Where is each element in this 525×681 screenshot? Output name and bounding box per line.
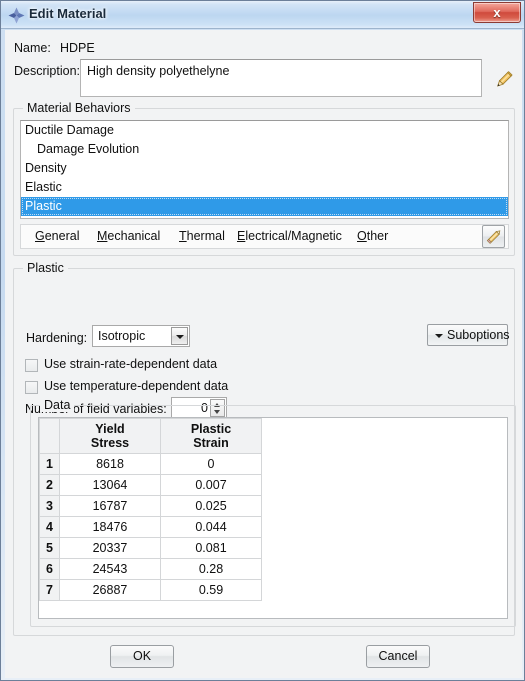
close-icon: x xyxy=(493,5,501,20)
window-title: Edit Material xyxy=(29,6,107,21)
material-behaviors-group: Material Behaviors Ductile Damage Damage… xyxy=(13,101,515,256)
table-corner-cell xyxy=(39,418,60,454)
suboptions-button[interactable]: Suboptions xyxy=(427,324,510,346)
description-input[interactable]: High density polyethelyne xyxy=(80,59,482,97)
table-row[interactable]: 5 20337 0.081 xyxy=(39,537,262,559)
behavior-menu-bar: General Mechanical Thermal Electrical/Ma… xyxy=(20,224,509,249)
cell-plastic-strain[interactable]: 0.081 xyxy=(160,537,262,559)
data-table-panel[interactable]: Yield Stress Plastic Strain 1 8618 0 2 1… xyxy=(38,417,508,619)
table-row[interactable]: 1 8618 0 xyxy=(39,453,262,475)
data-group: Data Yield Stress Plastic Strain 1 8618 … xyxy=(30,398,516,627)
cell-yield-stress[interactable]: 16787 xyxy=(59,495,161,517)
list-item[interactable]: Density xyxy=(21,159,508,178)
cell-yield-stress[interactable]: 20337 xyxy=(59,537,161,559)
plastic-strain-line2: Strain xyxy=(193,436,229,450)
title-bar: Edit Material x xyxy=(1,1,524,29)
close-button[interactable]: x xyxy=(473,2,521,23)
yield-stress-line2: Stress xyxy=(90,436,130,450)
checkbox-icon[interactable] xyxy=(25,381,38,394)
column-header-yield-stress[interactable]: Yield Stress xyxy=(59,418,161,454)
list-item[interactable]: Ductile Damage xyxy=(21,121,508,140)
hardening-label: Hardening: xyxy=(26,331,88,345)
data-group-title: Data xyxy=(40,398,75,412)
row-number[interactable]: 2 xyxy=(39,474,60,496)
menu-electrical-magnetic[interactable]: Electrical/Magnetic xyxy=(237,229,342,243)
menu-thermal[interactable]: Thermal xyxy=(179,229,225,243)
menu-thermal-rest: hermal xyxy=(186,229,225,243)
cell-plastic-strain[interactable]: 0.28 xyxy=(160,558,262,580)
table-row[interactable]: 2 13064 0.007 xyxy=(39,474,262,496)
cell-plastic-strain[interactable]: 0.025 xyxy=(160,495,262,517)
menu-general[interactable]: General xyxy=(35,229,79,243)
dialog-client: Name: HDPE Description: High density pol… xyxy=(5,30,522,678)
row-number[interactable]: 3 xyxy=(39,495,60,517)
cell-yield-stress[interactable]: 24543 xyxy=(59,558,161,580)
list-item[interactable]: Damage Evolution xyxy=(21,140,508,159)
row-number[interactable]: 6 xyxy=(39,558,60,580)
strain-rate-label: Use strain-rate-dependent data xyxy=(44,357,218,371)
table-body: 1 8618 0 2 13064 0.007 3 1 6787 0.025 4 1… xyxy=(39,453,262,601)
row-number[interactable]: 1 xyxy=(39,453,60,475)
cancel-button[interactable]: Cancel xyxy=(366,645,430,668)
menu-mechanical-rest: echanical xyxy=(107,229,161,243)
chevron-down-icon[interactable] xyxy=(171,327,188,345)
cell-plastic-strain[interactable]: 0.59 xyxy=(160,579,262,601)
plastic-group: Plastic Hardening: Isotropic Suboptions … xyxy=(13,261,516,636)
ok-button[interactable]: OK xyxy=(110,645,174,668)
hardening-select[interactable]: Isotropic xyxy=(92,325,190,347)
row-number[interactable]: 5 xyxy=(39,537,60,559)
row-number[interactable]: 7 xyxy=(39,579,60,601)
menu-electrical-rest: lectrical/Magnetic xyxy=(245,229,342,243)
table-row[interactable]: 6 24543 0.28 xyxy=(39,558,262,580)
table-row[interactable]: 7 26887 0.59 xyxy=(39,579,262,601)
cell-plastic-strain[interactable]: 0.044 xyxy=(160,516,262,538)
mnemonic: G xyxy=(35,229,45,243)
table-header-row: Yield Stress Plastic Strain xyxy=(39,418,262,454)
description-label: Description: xyxy=(14,64,80,78)
behavior-edit-pencil-button[interactable] xyxy=(482,225,505,248)
yield-stress-line1: Yield xyxy=(95,422,125,436)
data-table: Yield Stress Plastic Strain 1 8618 0 2 1… xyxy=(39,418,262,601)
name-label: Name: xyxy=(14,41,51,55)
edit-material-window: Edit Material x Name: HDPE Description: … xyxy=(0,0,525,681)
description-pencil-icon[interactable] xyxy=(491,68,515,92)
mnemonic: T xyxy=(179,229,187,243)
mnemonic: M xyxy=(97,229,108,243)
cell-yield-stress[interactable]: 8618 xyxy=(59,453,161,475)
cell-yield-stress[interactable]: 26887 xyxy=(59,579,161,601)
menu-other[interactable]: Other xyxy=(357,229,388,243)
mnemonic: O xyxy=(357,229,367,243)
name-value: HDPE xyxy=(60,41,95,55)
column-header-plastic-strain[interactable]: Plastic Strain xyxy=(160,418,262,454)
menu-other-rest: ther xyxy=(366,229,389,243)
menu-mechanical[interactable]: Mechanical xyxy=(97,229,160,243)
hardening-value: Isotropic xyxy=(98,329,146,343)
table-row[interactable]: 3 16787 0.025 xyxy=(39,495,262,517)
table-row[interactable]: 4 18476 0.044 xyxy=(39,516,262,538)
cell-yield-stress[interactable]: 13064 xyxy=(59,474,161,496)
plastic-strain-line1: Plastic xyxy=(190,422,232,436)
temperature-label: Use temperature-dependent data xyxy=(44,379,229,393)
cell-plastic-strain[interactable]: 0 xyxy=(160,453,262,475)
material-behaviors-title: Material Behaviors xyxy=(23,101,135,115)
abaqus-diamond-icon xyxy=(8,7,25,24)
caret-down-icon xyxy=(435,334,443,338)
list-item-selected[interactable]: Plastic xyxy=(21,197,508,216)
menu-general-rest: eneral xyxy=(44,229,80,243)
checkbox-icon[interactable] xyxy=(25,359,38,372)
cell-plastic-strain[interactable]: 0.007 xyxy=(160,474,262,496)
list-item[interactable]: Elastic xyxy=(21,178,508,197)
cell-yield-stress[interactable]: 18476 xyxy=(59,516,161,538)
pencil-icon xyxy=(486,230,501,244)
suboptions-label: Suboptions xyxy=(447,328,510,342)
material-behaviors-list[interactable]: Ductile Damage Damage Evolution Density … xyxy=(20,120,509,219)
row-number[interactable]: 4 xyxy=(39,516,60,538)
plastic-group-title: Plastic xyxy=(23,261,68,275)
